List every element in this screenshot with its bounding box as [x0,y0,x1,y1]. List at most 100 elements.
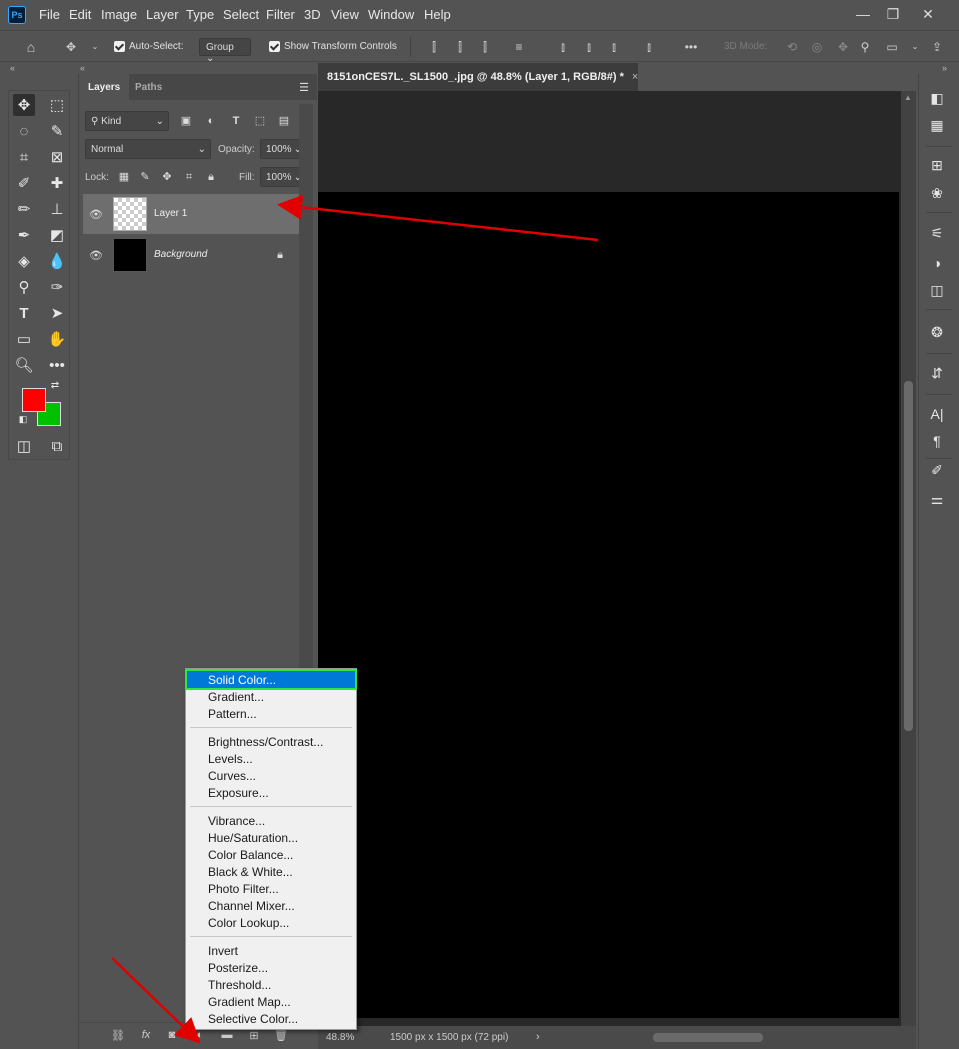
roll-3d-icon[interactable]: ◎ [810,40,824,54]
new-layer-icon[interactable]: ⊞ [247,1029,261,1043]
tab-paths[interactable]: Paths [126,74,171,100]
chevron-down-icon[interactable]: ⌄ [88,40,102,54]
menu-item-exposure[interactable]: Exposure... [187,784,355,801]
menu-item-black-white[interactable]: Black & White... [187,863,355,880]
menu-type[interactable]: Type [186,7,214,22]
orbit-3d-icon[interactable]: ⟲ [785,40,799,54]
auto-select-target-select[interactable]: Group ⌄ [199,38,251,64]
filter-shape-icon[interactable]: ⬚ [253,114,267,128]
document-canvas[interactable] [318,192,899,1018]
foreground-color-swatch[interactable] [22,388,46,412]
lock-artboard-icon[interactable]: ⌗ [182,170,196,184]
menu-item-selective-color[interactable]: Selective Color... [187,1010,355,1027]
distribute-top-icon[interactable]: ⫾ [556,40,570,54]
properties-panel-icon[interactable]: ⚟ [927,223,947,243]
menu-layer[interactable]: Layer [146,7,179,22]
more-tools-icon[interactable]: ••• [46,354,68,376]
path-selection-tool-icon[interactable]: ➤ [46,302,68,324]
default-colors-icon[interactable]: ◧ [17,413,29,425]
menu-image[interactable]: Image [101,7,137,22]
menu-item-photo-filter[interactable]: Photo Filter... [187,880,355,897]
menu-view[interactable]: View [331,7,359,22]
adjustments-panel-icon[interactable]: ◑ [927,253,947,273]
zoom-tool-icon[interactable]: 🔍︎ [13,354,35,376]
menu-3d[interactable]: 3D [304,7,321,22]
auto-select-checkbox[interactable] [114,41,125,52]
layer-row-background[interactable]: 👁︎ Background 🔒︎ [83,235,299,275]
align-right-icon[interactable]: ⫿ [478,40,492,54]
menu-item-posterize[interactable]: Posterize... [187,959,355,976]
restore-button[interactable]: ❐ [882,4,904,24]
filter-adjustment-icon[interactable]: ◐ [204,114,218,128]
pan-3d-icon[interactable]: ✥ [836,40,850,54]
brush-tool-icon[interactable]: ✏ [13,198,35,220]
quick-select-tool-icon[interactable]: ✎ [46,120,68,142]
more-options-icon[interactable]: ••• [684,40,698,54]
menu-item-threshold[interactable]: Threshold... [187,976,355,993]
canvas-area[interactable] [318,91,901,1026]
link-icon[interactable]: ⛓ [111,1029,125,1043]
chevron-down-icon[interactable]: ⌄ [908,40,922,54]
screen-mode-icon[interactable]: ⧉ [46,435,68,457]
quick-mask-icon[interactable]: ◫ [13,435,35,457]
marquee-tool-icon[interactable]: ⬚ [46,94,68,116]
dodge-tool-icon[interactable]: ⚲ [13,276,35,298]
history-brush-tool-icon[interactable]: ✒ [13,224,35,246]
trash-icon[interactable]: 🗑︎ [274,1029,288,1043]
pen-tool-icon[interactable]: ✑ [46,276,68,298]
paragraph-panel-icon[interactable]: ¶ [927,431,947,451]
close-tab-icon[interactable]: × [632,71,638,83]
paint-bucket-tool-icon[interactable]: ◈ [13,250,35,272]
align-center-icon[interactable]: ⫿ [453,40,467,54]
rectangle-tool-icon[interactable]: ▭ [13,328,35,350]
distribute-middle-icon[interactable]: ⫾ [582,40,596,54]
filter-smart-object-icon[interactable]: ▤ [277,114,291,128]
healing-brush-tool-icon[interactable]: ✚ [46,172,68,194]
menu-item-solid-color[interactable]: Solid Color... [185,669,357,690]
vertical-scroll-thumb[interactable] [904,381,913,731]
scroll-up-icon[interactable]: ▲ [904,93,912,102]
menu-select[interactable]: Select [223,7,259,22]
group-icon[interactable]: ▬ [220,1029,234,1043]
lock-pixels-icon[interactable]: ✎ [138,170,152,184]
menu-item-invert[interactable]: Invert [187,942,355,959]
swap-colors-icon[interactable]: ⇄ [49,379,61,391]
menu-item-color-lookup[interactable]: Color Lookup... [187,914,355,931]
collapse-left-icon[interactable]: « [10,63,15,73]
home-icon[interactable]: ⌂ [24,40,38,54]
lock-position-icon[interactable]: ✥ [160,170,174,184]
menu-item-pattern[interactable]: Pattern... [187,705,355,722]
lock-transparency-icon[interactable]: ▦ [117,170,131,184]
clone-stamp-tool-icon[interactable]: ⊥ [46,198,68,220]
menu-item-vibrance[interactable]: Vibrance... [187,812,355,829]
filter-pixel-icon[interactable]: ▣ [179,114,193,128]
lock-all-icon[interactable]: 🔒︎ [204,170,218,184]
panel-menu-icon[interactable]: ☰ [297,81,311,95]
menu-file[interactable]: File [39,7,60,22]
menu-filter[interactable]: Filter [266,7,295,22]
document-tab[interactable]: 8151onCES7L._SL1500_.jpg @ 48.8% (Layer … [318,63,638,91]
channels-panel-icon[interactable]: ❂ [927,322,947,342]
menu-item-channel-mixer[interactable]: Channel Mixer... [187,897,355,914]
minimize-button[interactable]: — [852,4,874,24]
brush-settings-panel-icon[interactable]: ⚌ [927,489,947,509]
move-tool-icon[interactable]: ✥ [13,94,35,116]
menu-item-curves[interactable]: Curves... [187,767,355,784]
eraser-tool-icon[interactable]: ◩ [46,224,68,246]
gradients-panel-icon[interactable]: ⊞ [927,155,947,175]
blur-tool-icon[interactable]: 💧 [46,250,68,272]
show-transform-checkbox[interactable] [269,41,280,52]
menu-help[interactable]: Help [424,7,451,22]
libraries-panel-icon[interactable]: ◫ [927,280,947,300]
type-tool-icon[interactable]: T [13,302,35,324]
visibility-eye-icon[interactable]: 👁︎ [89,208,103,221]
character-panel-icon[interactable]: A| [927,404,947,424]
swatches-panel-icon[interactable]: ▦ [927,115,947,135]
filter-kind-select[interactable]: ⚲ Kind ⌄ [85,111,169,131]
menu-item-levels[interactable]: Levels... [187,750,355,767]
blend-mode-select[interactable]: Normal ⌄ [85,139,211,159]
layer-row-layer-1[interactable]: 👁︎ Layer 1 [83,194,299,234]
align-top-icon[interactable]: ≡ [512,40,526,54]
crop-tool-icon[interactable]: ⌗ [13,146,35,168]
workspace-icon[interactable]: ▭ [885,40,899,54]
